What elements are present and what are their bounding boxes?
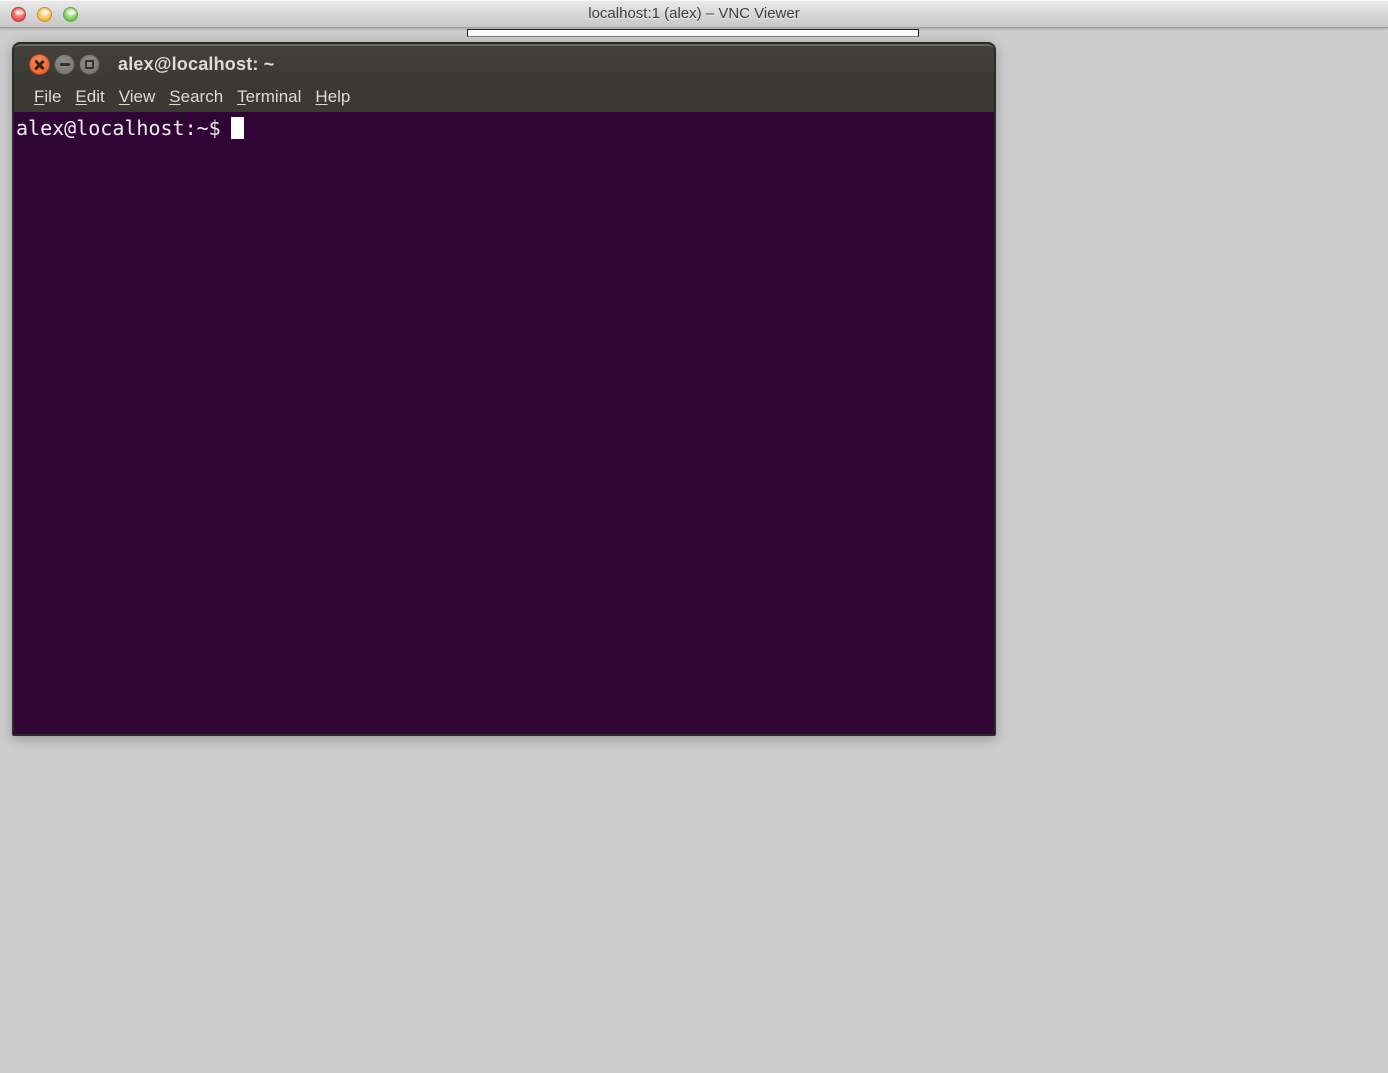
menu-help[interactable]: Help bbox=[308, 85, 357, 109]
shell-prompt-line: alex@localhost:~$ bbox=[16, 116, 994, 140]
terminal-window[interactable]: alex@localhost: ~ File Edit View Search … bbox=[12, 42, 996, 736]
minimize-icon bbox=[60, 63, 70, 66]
terminal-cursor bbox=[231, 117, 244, 139]
terminal-minimize-button[interactable] bbox=[54, 54, 75, 75]
vnc-window-title: localhost:1 (alex) – VNC Viewer bbox=[0, 0, 1388, 28]
menu-view[interactable]: View bbox=[112, 85, 163, 109]
close-icon bbox=[34, 59, 45, 70]
terminal-titlebar[interactable]: alex@localhost: ~ bbox=[14, 44, 994, 82]
terminal-maximize-button[interactable] bbox=[79, 54, 100, 75]
vnc-viewer-titlebar[interactable]: localhost:1 (alex) – VNC Viewer bbox=[0, 0, 1388, 28]
maximize-icon bbox=[85, 60, 94, 69]
menu-file[interactable]: File bbox=[27, 85, 68, 109]
menu-terminal[interactable]: Terminal bbox=[230, 85, 308, 109]
terminal-close-button[interactable] bbox=[29, 54, 50, 75]
terminal-menubar: File Edit View Search Terminal Help bbox=[14, 82, 994, 112]
vnc-toolbar-tab[interactable] bbox=[467, 29, 919, 37]
shell-prompt: alex@localhost:~$ bbox=[16, 116, 221, 140]
menu-edit[interactable]: Edit bbox=[68, 85, 111, 109]
terminal-window-title: alex@localhost: ~ bbox=[118, 46, 275, 84]
menu-search[interactable]: Search bbox=[162, 85, 230, 109]
terminal-screen[interactable]: alex@localhost:~$ bbox=[14, 112, 994, 732]
